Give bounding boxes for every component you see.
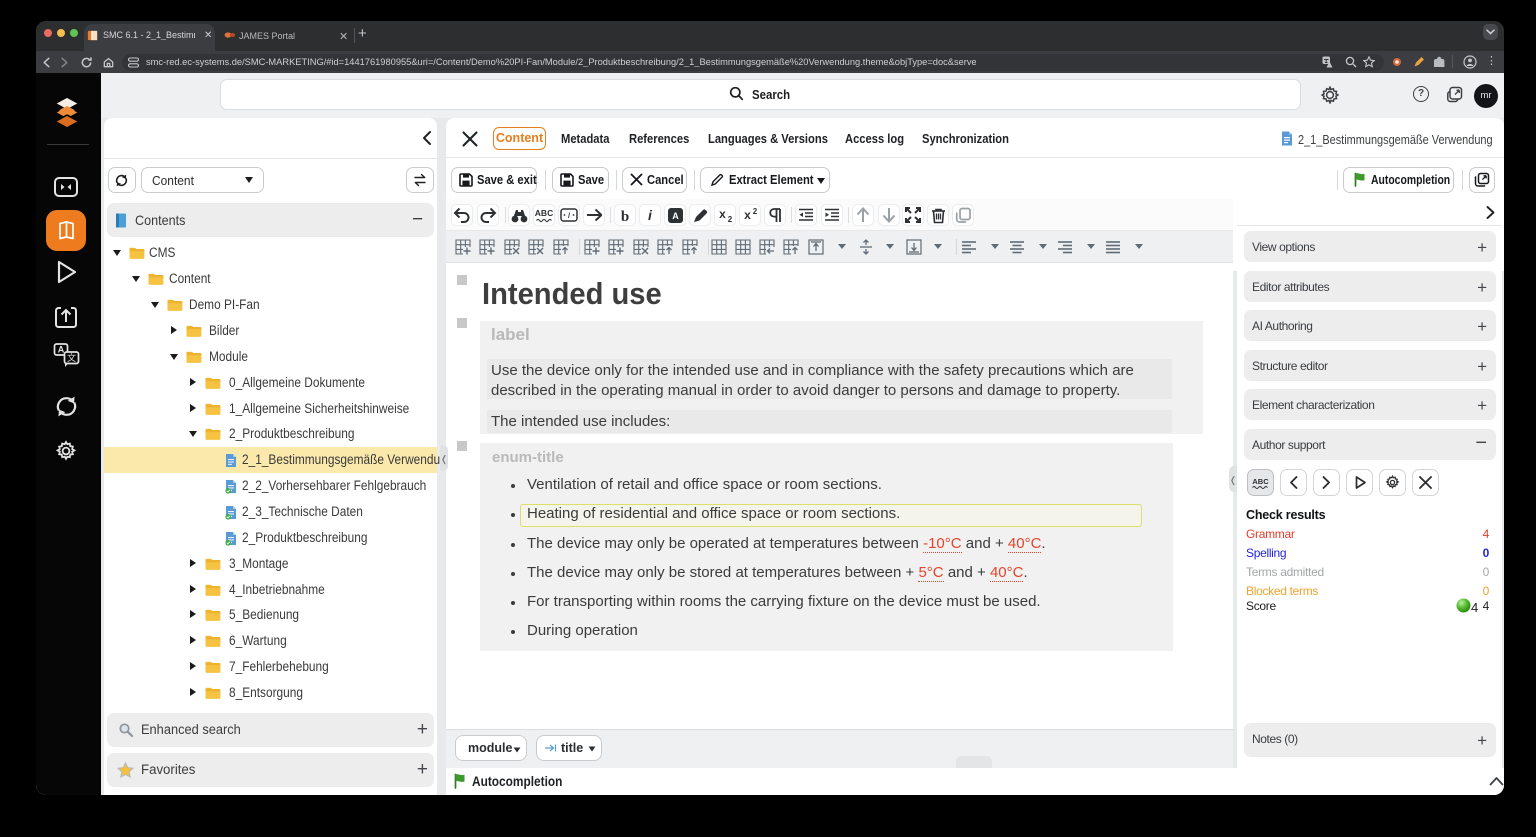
svg-text:b: b: [621, 209, 629, 224]
svg-text:/: /: [568, 211, 571, 220]
svg-text:ABC: ABC: [1252, 477, 1269, 486]
svg-text:x: x: [744, 208, 751, 222]
svg-text:文: 文: [67, 352, 76, 363]
svg-text:2: 2: [753, 207, 758, 216]
svg-text:x: x: [719, 207, 726, 221]
svg-text:2: 2: [728, 215, 733, 224]
svg-text:A: A: [672, 211, 679, 221]
svg-text:A: A: [58, 345, 65, 355]
svg-text:ABC: ABC: [535, 208, 553, 218]
svg-text:i: i: [648, 207, 653, 223]
